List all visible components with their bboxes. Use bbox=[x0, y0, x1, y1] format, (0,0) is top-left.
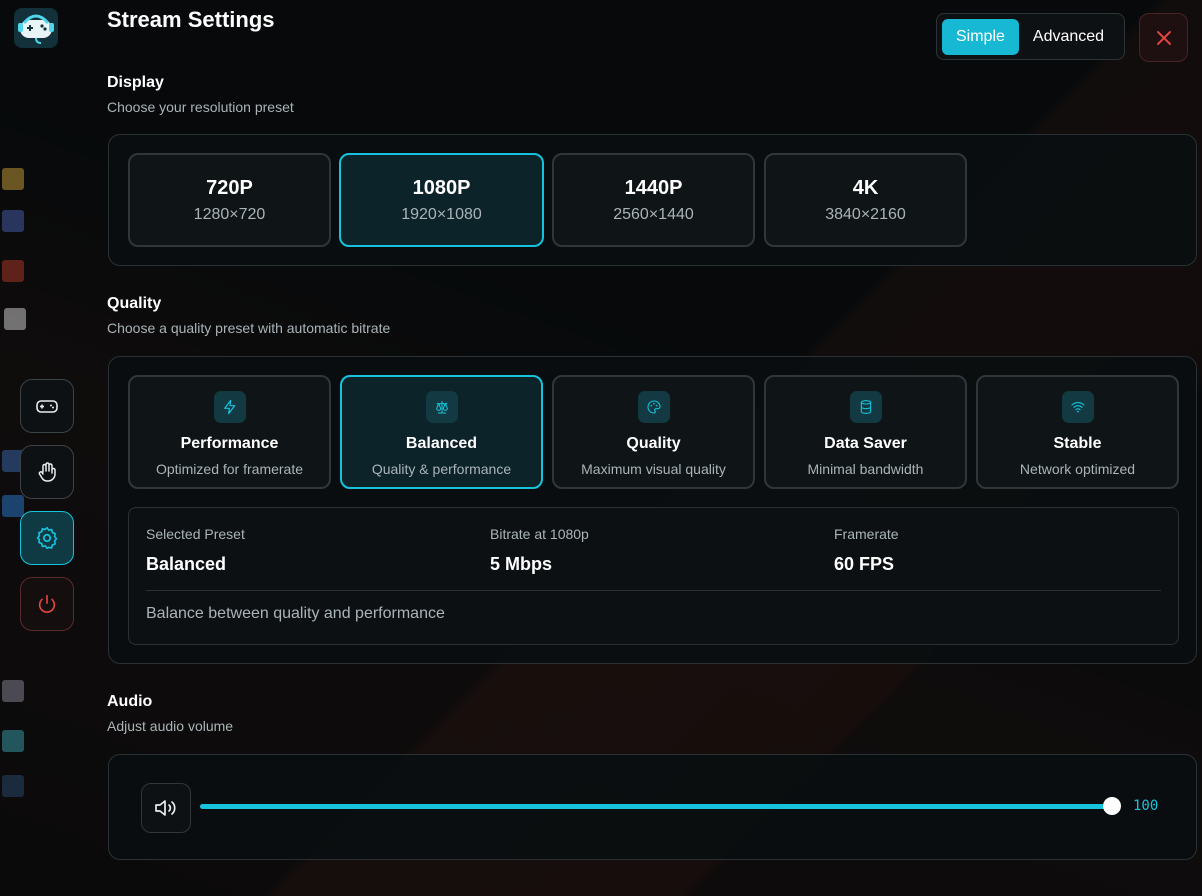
resolution-card-1440p[interactable]: 1440P 2560×1440 bbox=[552, 153, 755, 247]
app-icon bbox=[2, 730, 24, 752]
browser-icon bbox=[2, 260, 24, 282]
app-icon bbox=[2, 680, 24, 702]
quality-description: Maximum visual quality bbox=[581, 461, 726, 477]
volume-value: 100 bbox=[1133, 798, 1159, 814]
scale-icon bbox=[425, 391, 458, 423]
bitrate-info: Bitrate at 1080p 5 Mbps bbox=[490, 526, 589, 575]
mode-simple-button[interactable]: Simple bbox=[942, 18, 1019, 55]
quality-card-performance[interactable]: Performance Optimized for framerate bbox=[128, 375, 331, 489]
quality-card-balanced[interactable]: Balanced Quality & performance bbox=[340, 375, 543, 489]
quality-card-quality[interactable]: Quality Maximum visual quality bbox=[552, 375, 755, 489]
app-icon bbox=[2, 210, 24, 232]
volume-fill bbox=[200, 804, 1112, 809]
close-button[interactable] bbox=[1139, 13, 1188, 62]
quality-name: Quality bbox=[626, 435, 681, 452]
bitrate-label: Bitrate at 1080p bbox=[490, 526, 589, 542]
nav-hand-button[interactable] bbox=[20, 445, 74, 499]
quality-name: Stable bbox=[1053, 435, 1102, 452]
nav-power-button[interactable] bbox=[20, 577, 74, 631]
resolution-card-720p[interactable]: 720P 1280×720 bbox=[128, 153, 331, 247]
selected-preset-label: Selected Preset bbox=[146, 526, 245, 542]
volume-thumb[interactable] bbox=[1103, 797, 1121, 815]
framerate-label: Framerate bbox=[834, 526, 899, 542]
power-icon bbox=[38, 594, 56, 613]
preset-description: Balance between quality and performance bbox=[146, 605, 445, 622]
hand-icon bbox=[38, 462, 56, 482]
display-panel: 720P 1280×720 1080P 1920×1080 1440P 2560… bbox=[108, 134, 1197, 266]
selected-preset-info: Selected Preset Balanced bbox=[146, 526, 245, 575]
resolution-dimensions: 3840×2160 bbox=[825, 205, 906, 223]
quality-description: Network optimized bbox=[1019, 461, 1136, 477]
quality-description: Quality & performance bbox=[371, 461, 512, 477]
quality-title: Quality bbox=[107, 295, 162, 312]
quality-name: Data Saver bbox=[824, 435, 907, 452]
selected-preset-value: Balanced bbox=[146, 554, 227, 574]
resolution-name: 1440P bbox=[624, 176, 683, 199]
audio-subtitle: Adjust audio volume bbox=[107, 718, 234, 734]
wifi-icon bbox=[1061, 391, 1094, 423]
mute-button[interactable] bbox=[141, 783, 191, 833]
quality-subtitle: Choose a quality preset with automatic b… bbox=[107, 320, 391, 336]
side-nav bbox=[20, 379, 76, 643]
resolution-name: 1080P bbox=[412, 176, 471, 199]
display-title: Display bbox=[107, 74, 164, 91]
lightning-icon bbox=[213, 391, 246, 423]
divider bbox=[146, 590, 1161, 591]
audio-title: Audio bbox=[107, 693, 153, 710]
quality-description: Optimized for framerate bbox=[155, 461, 304, 477]
quality-card-stable[interactable]: Stable Network optimized bbox=[976, 375, 1179, 489]
quality-description: Minimal bandwidth bbox=[807, 461, 924, 477]
nav-settings-button[interactable] bbox=[20, 511, 74, 565]
resolution-card-1080p[interactable]: 1080P 1920×1080 bbox=[339, 153, 544, 247]
audio-panel: 100 bbox=[108, 754, 1197, 860]
resolution-dimensions: 1920×1080 bbox=[401, 205, 482, 223]
resolution-name: 4K bbox=[852, 176, 879, 199]
mode-toggle: Simple Advanced bbox=[936, 13, 1125, 60]
preset-summary: Selected Preset Balanced Bitrate at 1080… bbox=[128, 507, 1179, 645]
quality-name: Balanced bbox=[405, 435, 478, 452]
palette-icon bbox=[637, 391, 670, 423]
resolution-dimensions: 2560×1440 bbox=[613, 205, 694, 223]
folder-icon bbox=[2, 168, 24, 190]
nav-gamepad-button[interactable] bbox=[20, 379, 74, 433]
gear-icon bbox=[36, 526, 58, 550]
file-icon bbox=[4, 308, 26, 330]
page-title: Stream Settings bbox=[107, 7, 275, 32]
database-icon bbox=[849, 391, 882, 423]
resolution-dimensions: 1280×720 bbox=[193, 205, 266, 223]
app-logo bbox=[14, 8, 58, 48]
quality-name: Performance bbox=[180, 435, 279, 452]
framerate-info: Framerate 60 FPS bbox=[834, 526, 899, 575]
volume-slider[interactable] bbox=[200, 797, 1121, 815]
bitrate-value: 5 Mbps bbox=[490, 554, 553, 574]
display-subtitle: Choose your resolution preset bbox=[107, 99, 294, 115]
resolution-card-4k[interactable]: 4K 3840×2160 bbox=[764, 153, 967, 247]
gamepad-icon bbox=[36, 400, 58, 413]
quality-panel: Performance Optimized for framerate Bala… bbox=[108, 356, 1197, 664]
mode-advanced-button[interactable]: Advanced bbox=[1019, 19, 1118, 55]
framerate-value: 60 FPS bbox=[834, 554, 895, 574]
quality-card-data-saver[interactable]: Data Saver Minimal bandwidth bbox=[764, 375, 967, 489]
gamepad-headset-icon bbox=[18, 14, 54, 44]
app-icon bbox=[2, 775, 24, 797]
resolution-name: 720P bbox=[206, 176, 253, 199]
close-icon bbox=[1156, 30, 1171, 45]
speaker-icon bbox=[155, 800, 176, 816]
